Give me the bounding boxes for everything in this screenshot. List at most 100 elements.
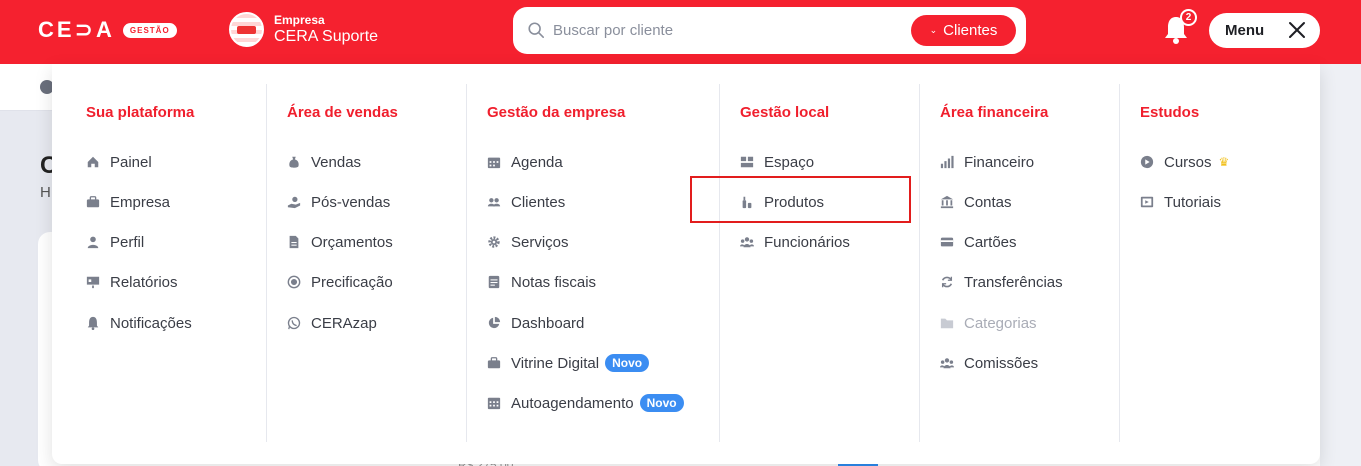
menu-item-pos-vendas[interactable]: Pós-vendas	[287, 191, 390, 213]
logo-badge: GESTÃO	[122, 22, 177, 38]
menu-item-perfil[interactable]: Perfil	[86, 231, 144, 253]
menu-item-vitrine-digital[interactable]: Vitrine Digital Novo	[487, 352, 650, 374]
menu-item-label: Autoagendamento	[511, 394, 634, 412]
menu-item-cartoes[interactable]: Cartões	[940, 231, 1017, 253]
crown-icon: ♛	[1218, 155, 1230, 169]
menu-item-label: Perfil	[110, 233, 145, 251]
menu-item-label: Clientes	[511, 193, 566, 211]
briefcase-icon	[487, 356, 501, 370]
search-input[interactable]	[553, 17, 903, 44]
menu-item-label: Notificações	[110, 314, 192, 332]
menu-item-comissoes[interactable]: Comissões	[940, 352, 1038, 374]
briefcase-icon	[86, 195, 100, 209]
menu-item-label: CERAzap	[311, 314, 377, 332]
home-icon	[86, 155, 100, 169]
highlight-annotation-box	[690, 176, 911, 223]
notification-count-badge: 2	[1180, 9, 1197, 26]
search-bar: ⌄ Clientes	[513, 7, 1026, 54]
company-switcher[interactable]: Empresa CERA Suporte	[229, 12, 378, 47]
menu-item-label: Comissões	[964, 354, 1039, 372]
menu-column-gestão-da-empresa: Gestão da empresa Agenda Clientes Serviços N…	[466, 84, 719, 442]
menu-item-contas[interactable]: Contas	[940, 191, 1012, 213]
coin-icon	[287, 275, 301, 289]
menu-item-cerazap[interactable]: CERAzap	[287, 312, 377, 334]
menu-item-label: Funcionários	[764, 233, 850, 251]
menu-item-label: Cartões	[964, 233, 1017, 251]
users-icon	[487, 195, 501, 209]
company-name: CERA Suporte	[274, 27, 379, 45]
menu-column-title: Área financeira	[940, 104, 1049, 121]
menu-item-label: Empresa	[110, 193, 171, 211]
menu-item-cursos[interactable]: Cursos ♛	[1140, 151, 1229, 173]
bank-icon	[940, 195, 954, 209]
menu-item-label: Serviços	[511, 233, 569, 251]
menu-item-label: Contas	[964, 193, 1012, 211]
menu-toggle-button[interactable]: Menu	[1209, 13, 1320, 48]
menu-item-label: Agenda	[511, 153, 563, 171]
user-icon	[86, 235, 100, 249]
menu-item-tutoriais[interactable]: Tutoriais	[1140, 191, 1221, 213]
menu-item-painel[interactable]: Painel	[86, 151, 152, 173]
menu-item-label: Espaço	[764, 153, 815, 171]
menu-item-label: Precificação	[311, 273, 393, 291]
menu-column-área-de-vendas: Área de vendas Vendas Pós-vendas Orçamentos…	[266, 84, 466, 442]
invoice-icon	[487, 275, 501, 289]
document-icon	[287, 235, 301, 249]
report-icon	[86, 275, 100, 289]
menu-column-title: Sua plataforma	[86, 104, 195, 121]
background-breadcrumb: H	[40, 184, 51, 201]
menu-column-title: Área de vendas	[287, 104, 398, 121]
menu-item-vendas[interactable]: Vendas	[287, 151, 361, 173]
play-circle-icon	[1140, 155, 1154, 169]
menu-item-servicos[interactable]: Serviços	[487, 231, 569, 253]
brand-logo[interactable]: CE⊃A GESTÃO	[38, 17, 177, 43]
menu-item-empresa[interactable]: Empresa	[86, 191, 170, 213]
search-scope-dropdown[interactable]: ⌄ Clientes	[911, 15, 1016, 46]
menu-item-label: Notas fiscais	[511, 273, 597, 291]
menu-item-relatorios[interactable]: Relatórios	[86, 271, 178, 293]
company-avatar	[229, 12, 264, 47]
menu-item-clientes[interactable]: Clientes	[487, 191, 565, 213]
menu-item-label: Orçamentos	[311, 233, 393, 251]
menu-item-agenda[interactable]: Agenda	[487, 151, 563, 173]
folder-icon	[940, 316, 954, 330]
menu-column-gestão-local: Gestão local Espaço Produtos Funcionários	[719, 84, 919, 442]
company-label: Empresa	[274, 12, 325, 27]
menu-item-espaco[interactable]: Espaço	[740, 151, 814, 173]
layout-icon	[740, 155, 754, 169]
menu-item-label: Categorias	[964, 314, 1037, 332]
menu-item-label: Relatórios	[110, 273, 178, 291]
menu-item-dashboard[interactable]: Dashboard	[487, 312, 584, 334]
menu-item-orcamentos[interactable]: Orçamentos	[287, 231, 393, 253]
pie-chart-icon	[487, 316, 501, 330]
menu-item-autoagendamento[interactable]: Autoagendamento Novo	[487, 392, 684, 414]
bar-chart-icon	[940, 155, 954, 169]
scrollbar-track[interactable]	[1320, 64, 1361, 466]
menu-item-label: Painel	[110, 153, 152, 171]
menu-item-funcionarios[interactable]: Funcionários	[740, 231, 850, 253]
mega-menu-panel: Sua plataforma Painel Empresa Perfil Relatór…	[52, 64, 1320, 464]
menu-item-transferencias[interactable]: Transferências	[940, 271, 1063, 293]
menu-column-title: Estudos	[1140, 104, 1200, 121]
menu-column-title: Gestão local	[740, 104, 830, 121]
search-icon	[528, 22, 545, 39]
menu-label: Menu	[1225, 22, 1265, 39]
close-icon	[1289, 22, 1305, 38]
video-icon	[1140, 195, 1154, 209]
menu-item-label: Vitrine Digital	[511, 354, 600, 372]
menu-column-área-financeira: Área financeira Financeiro Contas Cartões Tr…	[919, 84, 1119, 442]
menu-item-label: Vendas	[311, 153, 362, 171]
team-icon	[940, 356, 954, 370]
menu-item-label: Tutoriais	[1164, 193, 1221, 211]
calendar-icon	[487, 155, 501, 169]
menu-item-notificacoes[interactable]: Notificações	[86, 312, 192, 334]
sync-icon	[940, 275, 954, 289]
credit-card-icon	[940, 235, 954, 249]
chevron-down-icon: ⌄	[929, 25, 938, 35]
menu-item-notas-fiscais[interactable]: Notas fiscais	[487, 271, 596, 293]
menu-item-label: Transferências	[964, 273, 1063, 291]
calendar-grid-icon	[487, 396, 501, 410]
menu-item-label: Financeiro	[964, 153, 1035, 171]
menu-item-precificacao[interactable]: Precificação	[287, 271, 393, 293]
menu-item-financeiro[interactable]: Financeiro	[940, 151, 1034, 173]
